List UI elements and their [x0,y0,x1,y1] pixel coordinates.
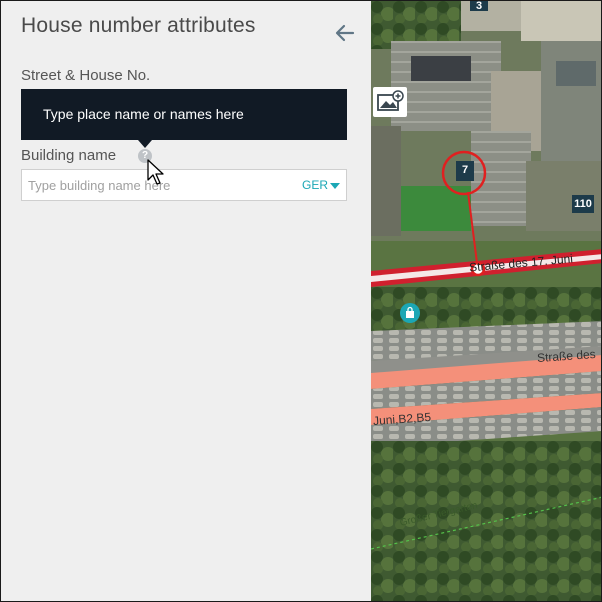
tooltip: Type place name or names here [21,89,347,140]
app-window: House number attributes Street & House N… [0,0,602,602]
building-name-field: GER [21,169,347,201]
attributes-panel: House number attributes Street & House N… [1,1,371,601]
chevron-down-icon [330,182,340,189]
language-select[interactable]: GER [302,178,340,192]
building-name-label: Building name [21,147,117,164]
shopping-bag-icon[interactable] [400,303,420,323]
panel-title: House number attributes [21,14,256,37]
add-photo-button[interactable] [373,87,407,117]
language-value: GER [301,178,328,192]
mouse-pointer-icon [147,159,164,185]
street-house-label: Street & House No. [21,67,151,84]
add-photo-icon [377,90,404,111]
house-number-marker[interactable]: 7 [456,161,474,181]
building-number-label: 110 [572,195,594,213]
tooltip-arrow [138,140,152,148]
back-arrow-icon[interactable] [333,21,357,45]
map-badge-top: 3 [470,1,488,12]
